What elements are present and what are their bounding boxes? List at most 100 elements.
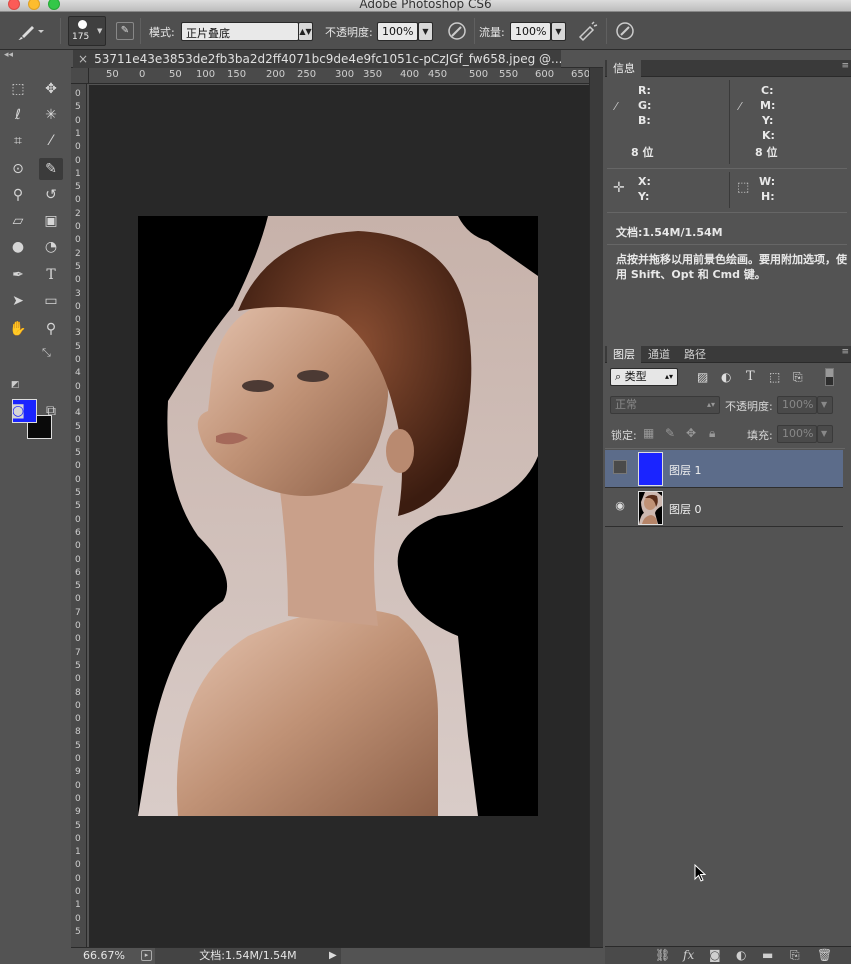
blur-tool-icon[interactable]: ● [6, 236, 30, 258]
ruler-v-tick-label: 3 [75, 328, 81, 339]
layer-row-0[interactable]: ◉ 图层 0 [605, 489, 843, 527]
lock-position-icon[interactable]: ✥ [686, 426, 696, 440]
flow-dropdown-arrow[interactable]: ▼ [551, 22, 566, 41]
swap-colors-icon[interactable]: ⤡ [42, 346, 51, 360]
crop-tool-icon[interactable]: ⌗ [6, 130, 30, 152]
magic-wand-tool-icon[interactable]: ✳ [39, 104, 63, 126]
tab-paths[interactable]: 路径 [678, 346, 712, 363]
image-canvas[interactable] [138, 216, 538, 816]
tab-channels[interactable]: 通道 [642, 346, 676, 363]
toolbox: ◂◂ ⬚ ✥ ℓ ✳ ⌗ ⁄ ⊙ ✎ ⚲ ↺ ▱ ▣ ● ◔ ✒ T ➤ ▭ ✋… [0, 50, 69, 964]
filter-toggle-switch[interactable] [825, 368, 834, 386]
mode-select[interactable]: 正片叠底 [181, 22, 299, 41]
filter-type-icon[interactable]: T [746, 369, 755, 384]
layer-0-name[interactable]: 图层 0 [669, 501, 702, 517]
ruler-h-tick-label: 200 [266, 69, 286, 80]
tab-layers[interactable]: 图层 [607, 346, 641, 363]
history-brush-tool-icon[interactable]: ↺ [39, 184, 63, 206]
brush-tool-icon[interactable]: ✎ [39, 158, 63, 180]
move-tool-icon[interactable]: ✥ [39, 78, 63, 100]
adjustment-layer-icon[interactable]: ◐ [736, 948, 746, 962]
tab-info[interactable]: 信息 [607, 60, 641, 77]
info-panel: 信息 ≡ [605, 60, 851, 77]
ruler-v-tick-label: 0 [75, 275, 81, 286]
layer-opacity-input[interactable]: 100% [777, 396, 817, 414]
document-tab[interactable]: × 53711e43e3853de2fb3ba2d2ff4071bc9de4e9f… [73, 50, 561, 68]
dodge-tool-icon[interactable]: ◔ [39, 236, 63, 258]
layer-row-1[interactable]: 图层 1 [605, 450, 843, 488]
hand-tool-icon[interactable]: ✋ [6, 318, 30, 340]
brush-tool-preset-icon[interactable] [16, 20, 46, 42]
lock-all-icon[interactable]: 🔒︎ [709, 426, 715, 441]
ruler-h-tick-label: 450 [428, 69, 448, 80]
quick-mask-icon[interactable]: ◙ [6, 400, 30, 422]
mode-select-arrow[interactable]: ▲▼ [298, 22, 313, 41]
eye-icon[interactable]: ◉ [613, 499, 627, 513]
horizontal-ruler[interactable]: 50 0 50 100 150 200 250 300 350 400 450 500 550 600 65… [89, 68, 589, 84]
visibility-toggle-empty[interactable] [613, 460, 627, 474]
filter-pixel-icon[interactable]: ▨ [697, 370, 708, 384]
zoom-level[interactable]: 66.67% [83, 949, 125, 962]
status-arrow-icon[interactable]: ▶ [329, 950, 337, 961]
eraser-tool-icon[interactable]: ▱ [6, 210, 30, 232]
link-layers-icon[interactable]: ⛓ [655, 948, 670, 962]
filter-adjustment-icon[interactable]: ◐ [721, 370, 731, 384]
delete-layer-icon[interactable]: 🗑︎ [817, 948, 832, 962]
lock-transparent-icon[interactable]: ▦ [643, 426, 654, 440]
lasso-tool-icon[interactable]: ℓ [6, 104, 30, 126]
lock-pixels-icon[interactable]: ✎ [665, 426, 675, 440]
add-mask-icon[interactable]: ◙ [709, 948, 721, 962]
info-w: W: [759, 175, 776, 188]
type-tool-icon[interactable]: T [39, 264, 63, 286]
default-colors-icon[interactable]: ◩ [11, 380, 20, 390]
status-bar: 66.67% ▸ 文档:1.54M/1.54M ▶ [71, 947, 603, 964]
brush-size-picker[interactable]: 175 ▼ [68, 16, 106, 46]
clone-stamp-tool-icon[interactable]: ⚲ [6, 184, 30, 206]
info-m: M: [760, 99, 776, 112]
panel-menu-icon[interactable]: ≡ [841, 61, 849, 71]
vertical-ruler[interactable]: 0 5 0 1 0 0 1 5 0 2 0 0 2 5 0 3 0 0 3 5 0 4 0 0 4 5 0 5 0 0 5 5 0 6 0 0 6 5 0 7… [71, 84, 87, 948]
layers-panel-menu-icon[interactable]: ≡ [841, 347, 849, 357]
filter-shape-icon[interactable]: ⬚ [769, 370, 780, 384]
status-menu-icon[interactable]: ▸ [141, 950, 152, 961]
fill-arrow[interactable]: ▼ [817, 425, 833, 443]
opacity-dropdown-arrow[interactable]: ▼ [418, 22, 433, 41]
brush-panel-toggle-icon[interactable]: ✎ [116, 22, 134, 40]
pressure-opacity-icon[interactable] [446, 20, 468, 42]
close-tab-icon[interactable]: × [78, 52, 88, 66]
ruler-v-tick-label: 4 [75, 368, 81, 379]
layer-1-name[interactable]: 图层 1 [669, 462, 702, 478]
path-selection-tool-icon[interactable]: ➤ [6, 290, 30, 312]
healing-brush-tool-icon[interactable]: ⊙ [6, 158, 30, 180]
ruler-v-tick-label: 0 [75, 474, 81, 485]
layer-opacity-label: 不透明度: [725, 400, 773, 413]
zoom-tool-icon[interactable]: ⚲ [39, 318, 63, 340]
vertical-scrollbar[interactable] [589, 68, 603, 948]
ruler-v-tick-label: 0 [75, 355, 81, 365]
ruler-origin[interactable] [71, 68, 89, 84]
new-group-icon[interactable]: ▬ [762, 948, 773, 962]
filter-smart-object-icon[interactable]: ⎘ [793, 370, 803, 385]
fill-input[interactable]: 100% [777, 425, 817, 443]
airbrush-icon[interactable] [576, 20, 598, 42]
layer-style-fx-icon[interactable]: fx [683, 948, 694, 962]
new-layer-icon[interactable]: ⎘ [790, 948, 800, 963]
flow-input[interactable]: 100% [510, 22, 551, 41]
info-divider-2 [607, 212, 847, 213]
layer-filter-select[interactable]: ⌕ 类型 ▴▾ [610, 368, 678, 386]
pen-tool-icon[interactable]: ✒ [6, 264, 30, 286]
layer-opacity-arrow[interactable]: ▼ [817, 396, 833, 414]
blend-mode-select[interactable]: 正常 ▴▾ [610, 396, 720, 414]
marquee-tool-icon[interactable]: ⬚ [6, 78, 30, 100]
pressure-size-icon[interactable] [614, 20, 636, 42]
toolbox-collapse-icon[interactable]: ◂◂ [4, 50, 13, 60]
canvas-area[interactable] [89, 85, 589, 947]
blend-mode-value: 正常 [615, 398, 637, 411]
gradient-tool-icon[interactable]: ▣ [39, 210, 63, 232]
eyedropper-tool-icon[interactable]: ⁄ [39, 130, 63, 152]
ruler-v-tick-label: 6 [75, 527, 81, 538]
rectangle-tool-icon[interactable]: ▭ [39, 290, 63, 312]
screen-mode-icon[interactable]: ⧉ [39, 400, 63, 422]
opacity-input[interactable]: 100% [377, 22, 418, 41]
info-y-coord: Y: [638, 190, 650, 203]
